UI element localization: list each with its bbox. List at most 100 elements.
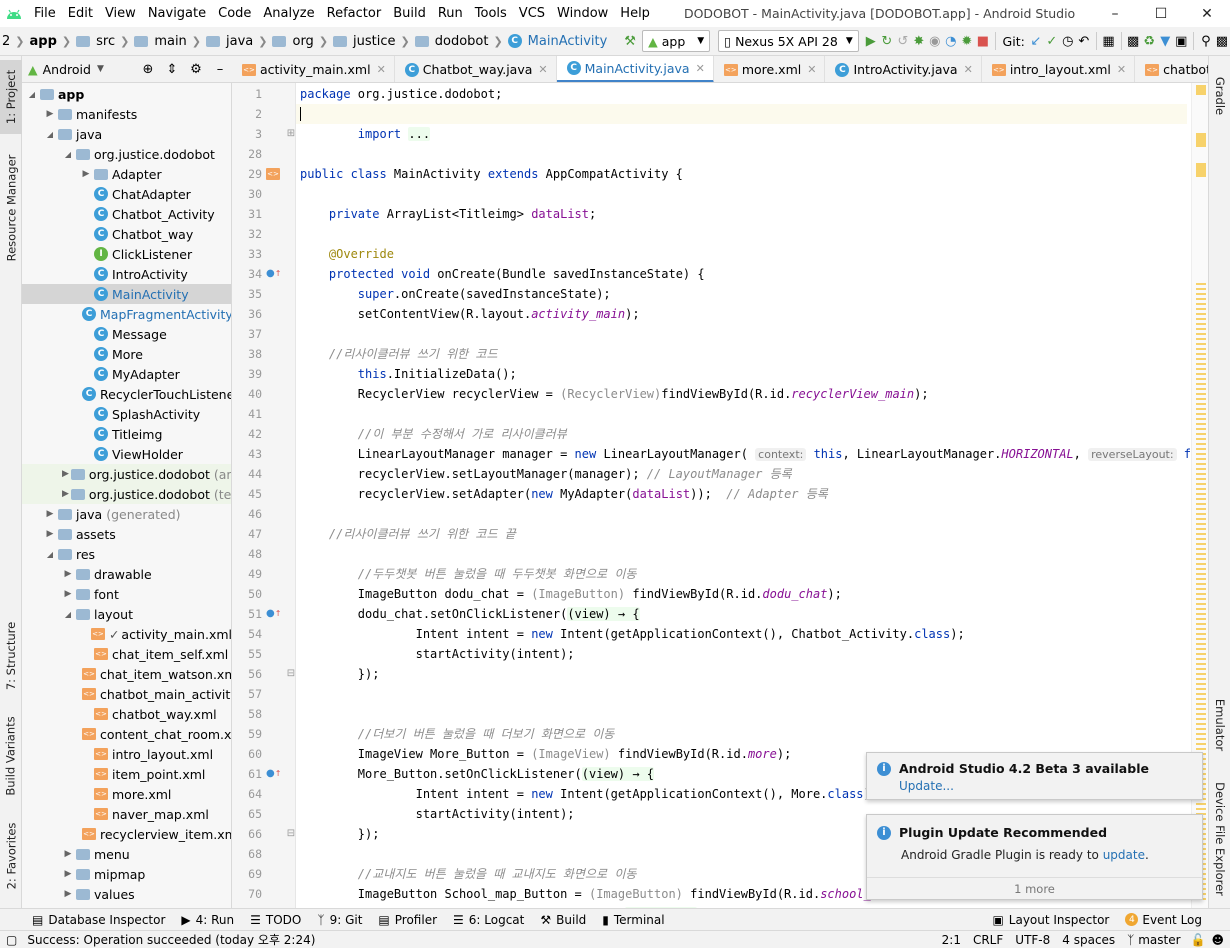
menu-help[interactable]: Help: [614, 0, 656, 27]
tool-tab-gradle[interactable]: Gradle: [1209, 66, 1230, 126]
tree-item[interactable]: ▶ org.justice.dodobot(andr: [22, 464, 231, 484]
override-marker-icon[interactable]: ●↑: [266, 604, 281, 624]
tree-item[interactable]: <> item_point.xml: [22, 764, 231, 784]
tree-item[interactable]: C More: [22, 344, 231, 364]
tool-event-log[interactable]: 4 Event Log: [1117, 913, 1210, 927]
tree-item[interactable]: ◢ res: [22, 544, 231, 564]
run-icon[interactable]: ▶: [864, 30, 878, 52]
tree-item[interactable]: <> recyclerview_item.xml: [22, 824, 231, 844]
editor-tab[interactable]: C Chatbot_way.java ✕: [395, 56, 557, 82]
collapse-arrow-icon[interactable]: ▶: [62, 849, 74, 859]
collapse-arrow-icon[interactable]: ▶: [62, 589, 74, 599]
tree-item[interactable]: ◢ layout: [22, 604, 231, 624]
tree-item[interactable]: <> chat_item_watson.xm: [22, 664, 231, 684]
tool-git[interactable]: ᛉ 9: Git: [309, 913, 370, 927]
hammer-icon[interactable]: ⚒: [623, 30, 637, 52]
tool-profiler[interactable]: ▤ Profiler: [370, 913, 445, 927]
expand-arrow-icon[interactable]: ◢: [44, 550, 56, 559]
file-encoding[interactable]: UTF-8: [1009, 933, 1056, 947]
tree-item[interactable]: ▶ drawable: [22, 564, 231, 584]
tool-layout-inspector[interactable]: ▣ Layout Inspector: [984, 913, 1117, 927]
editor-tab[interactable]: <> intro_layout.xml ✕: [982, 56, 1136, 82]
tree-item[interactable]: ▶ org.justice.dodobot(test): [22, 484, 231, 504]
breadcrumb-item[interactable]: MainActivity: [526, 34, 610, 49]
tree-item[interactable]: ▶ java (generated): [22, 504, 231, 524]
locate-icon[interactable]: ⊕: [137, 58, 159, 80]
git-commit-icon[interactable]: ✓: [1045, 30, 1059, 52]
tree-item[interactable]: ◢ org.justice.dodobot: [22, 144, 231, 164]
editor-tab[interactable]: <> more.xml ✕: [714, 56, 826, 82]
menu-code[interactable]: Code: [212, 0, 257, 27]
project-structure-icon[interactable]: ▦: [1102, 30, 1116, 52]
menu-vcs[interactable]: VCS: [513, 0, 551, 27]
xml-link-icon[interactable]: <>: [266, 164, 280, 184]
maximize-button[interactable]: ☐: [1138, 0, 1184, 27]
tree-item[interactable]: <> chatbot_main_activity: [22, 684, 231, 704]
tree-item[interactable]: <> chatbot_way.xml: [22, 704, 231, 724]
collapse-arrow-icon[interactable]: ▶: [62, 469, 69, 479]
tool-terminal[interactable]: ▮ Terminal: [594, 913, 672, 927]
expand-arrow-icon[interactable]: ◢: [62, 610, 74, 619]
minimize-button[interactable]: –: [1092, 0, 1138, 27]
close-tab-icon[interactable]: ✕: [964, 63, 973, 76]
editor-tab[interactable]: <>chatbot_way.xml✕: [1135, 56, 1208, 82]
notification-plugin-update[interactable]: i Plugin Update Recommended Android Gradl…: [866, 814, 1203, 900]
override-marker-icon[interactable]: ●↑: [266, 764, 281, 784]
collapse-arrow-icon[interactable]: ▶: [44, 509, 56, 519]
tree-item[interactable]: <> ✓ activity_main.xml: [22, 624, 231, 644]
tool-build[interactable]: ⚒ Build: [532, 913, 594, 927]
indent-setting[interactable]: 4 spaces: [1056, 933, 1121, 947]
tool-todo[interactable]: ☰ TODO: [242, 913, 309, 927]
sync-gradle-icon[interactable]: ♻: [1142, 30, 1156, 52]
collapse-arrow-icon[interactable]: ▶: [62, 889, 74, 899]
tool-tab-favorites[interactable]: 2: Favorites: [0, 816, 22, 896]
tool-tab-emulator[interactable]: Emulator: [1209, 690, 1230, 760]
tool-logcat[interactable]: ☰ 6: Logcat: [445, 913, 532, 927]
tool-tab-device-file-explorer[interactable]: Device File Explorer: [1209, 776, 1230, 901]
expand-arrow-icon[interactable]: ◢: [44, 130, 56, 139]
close-tab-icon[interactable]: ✕: [1117, 63, 1126, 76]
tree-item[interactable]: ▶ manifests: [22, 104, 231, 124]
stop-icon[interactable]: ■: [976, 30, 990, 52]
coverage-icon[interactable]: ◉: [928, 30, 942, 52]
tree-item[interactable]: ◢ app: [22, 84, 231, 104]
tree-item[interactable]: C SplashActivity: [22, 404, 231, 424]
caret-position[interactable]: 2:1: [936, 933, 967, 947]
expand-arrow-icon[interactable]: ◢: [62, 150, 74, 159]
breadcrumb-item[interactable]: justice: [351, 34, 397, 49]
hide-panel-icon[interactable]: –: [209, 58, 231, 80]
collapse-all-icon[interactable]: ⇕: [161, 58, 183, 80]
apply-changes-icon[interactable]: ↻: [880, 30, 894, 52]
menu-analyze[interactable]: Analyze: [257, 0, 320, 27]
close-tab-icon[interactable]: ✕: [807, 63, 816, 76]
breadcrumb-item[interactable]: java: [224, 34, 255, 49]
tree-item[interactable]: ▶ values: [22, 884, 231, 904]
close-tab-icon[interactable]: ✕: [377, 63, 386, 76]
tree-item[interactable]: C IntroActivity: [22, 264, 231, 284]
editor-tab[interactable]: C IntroActivity.java ✕: [825, 56, 982, 82]
profile-icon[interactable]: ◔: [944, 30, 958, 52]
breadcrumb-item[interactable]: 2: [0, 34, 12, 49]
gear-icon[interactable]: ⚙: [185, 58, 207, 80]
tree-item[interactable]: <> naver_map.xml: [22, 804, 231, 824]
lock-icon[interactable]: 🔓: [1187, 933, 1210, 947]
inspector-icon[interactable]: ☻: [1209, 933, 1230, 947]
debug-icon[interactable]: ✸: [912, 30, 926, 52]
collapse-arrow-icon[interactable]: ▶: [62, 569, 74, 579]
tree-item[interactable]: C Chatbot_way: [22, 224, 231, 244]
tree-item[interactable]: <> intro_layout.xml: [22, 744, 231, 764]
breadcrumb-item[interactable]: main: [152, 34, 188, 49]
collapse-arrow-icon[interactable]: ▶: [44, 529, 56, 539]
tree-item[interactable]: ▶ font: [22, 584, 231, 604]
tree-item[interactable]: C ChatAdapter: [22, 184, 231, 204]
tree-item[interactable]: C Chatbot_Activity: [22, 204, 231, 224]
tree-item[interactable]: <> chat_item_self.xml: [22, 644, 231, 664]
breadcrumb-item[interactable]: src: [94, 34, 117, 49]
close-tab-icon[interactable]: ✕: [538, 63, 547, 76]
expand-arrow-icon[interactable]: ◢: [26, 90, 38, 99]
more-notifications-link[interactable]: 1 more: [867, 877, 1202, 899]
sdk-manager-icon[interactable]: ▼: [1158, 30, 1172, 52]
tool-run[interactable]: ▶ 4: Run: [173, 913, 242, 927]
tree-item[interactable]: ▶ mipmap: [22, 864, 231, 884]
tool-tab-build-variants[interactable]: Build Variants: [0, 706, 22, 806]
